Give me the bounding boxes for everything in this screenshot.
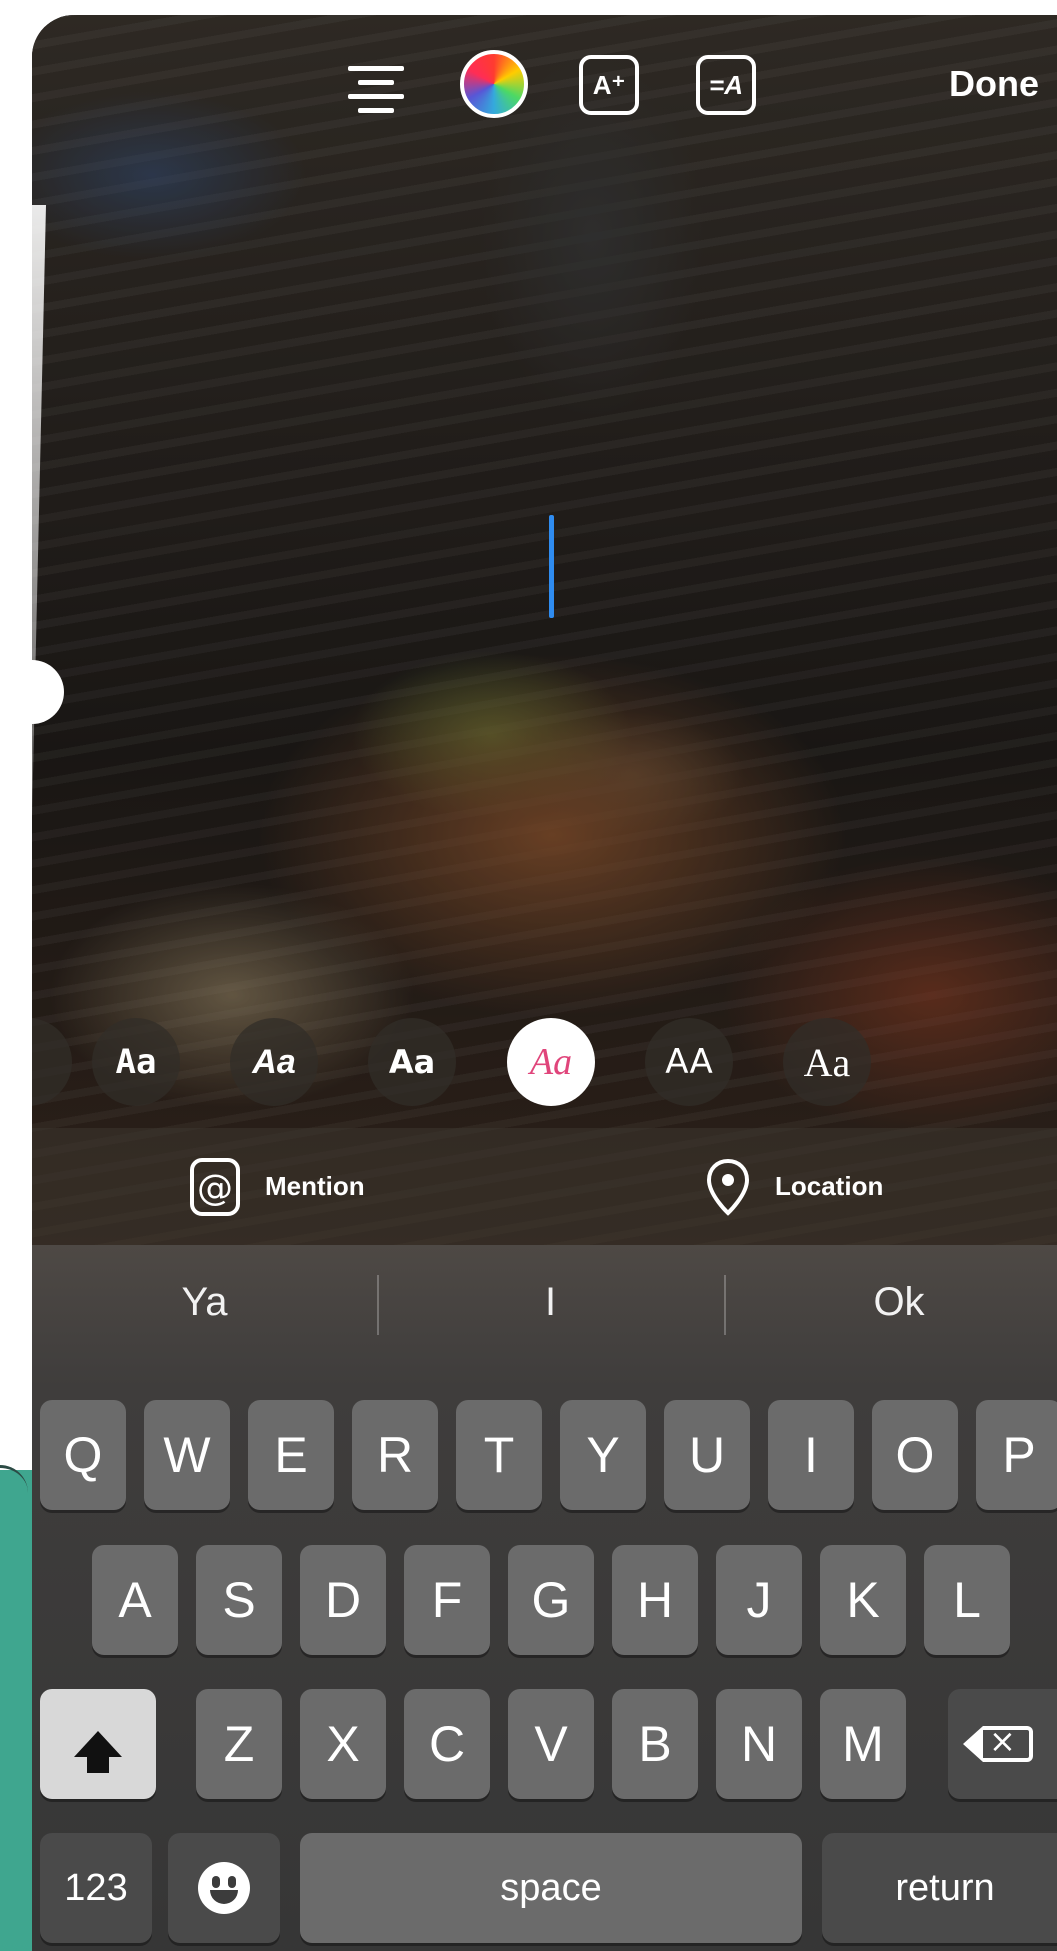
suggestion-1[interactable]: Ya xyxy=(32,1245,377,1360)
text-animation-label: =A xyxy=(709,69,743,100)
suggestion-2[interactable]: I xyxy=(377,1245,724,1360)
key-d[interactable]: D xyxy=(300,1545,386,1655)
suggestion-3[interactable]: Ok xyxy=(724,1245,1057,1360)
key-l[interactable]: L xyxy=(924,1545,1010,1655)
key-c[interactable]: C xyxy=(404,1689,490,1799)
key-y[interactable]: Y xyxy=(560,1400,646,1510)
font-option-elegant-selected[interactable]: Aa xyxy=(507,1018,595,1106)
key-o[interactable]: O xyxy=(872,1400,958,1510)
story-text-editor: A⁺ =A Done Aa Aa Aa Aa AA Aa @ Mention L… xyxy=(32,15,1057,1951)
svg-text:@: @ xyxy=(197,1168,233,1209)
font-option-strong[interactable]: Aa xyxy=(230,1018,318,1106)
key-a[interactable]: A xyxy=(92,1545,178,1655)
key-i[interactable]: I xyxy=(768,1400,854,1510)
font-option-modern[interactable]: Aa xyxy=(368,1018,456,1106)
suggestion-bar: Ya I Ok xyxy=(32,1245,1057,1360)
text-effects-label: A⁺ xyxy=(592,69,626,100)
delete-key[interactable]: × xyxy=(948,1689,1057,1799)
key-f[interactable]: F xyxy=(404,1545,490,1655)
key-s[interactable]: S xyxy=(196,1545,282,1655)
key-w[interactable]: W xyxy=(144,1400,230,1510)
key-u[interactable]: U xyxy=(664,1400,750,1510)
return-key-label: return xyxy=(895,1866,995,1909)
at-sign-icon: @ xyxy=(190,1157,240,1216)
color-wheel-icon[interactable] xyxy=(460,50,528,118)
text-align-center-icon[interactable] xyxy=(344,55,408,125)
emoji-icon xyxy=(198,1862,250,1914)
key-b[interactable]: B xyxy=(612,1689,698,1799)
shift-arrow-icon xyxy=(74,1731,122,1773)
location-button[interactable]: Location xyxy=(705,1128,883,1245)
text-cursor xyxy=(549,515,554,618)
key-j[interactable]: J xyxy=(716,1545,802,1655)
shift-key[interactable] xyxy=(40,1689,156,1799)
key-e[interactable]: E xyxy=(248,1400,334,1510)
key-v[interactable]: V xyxy=(508,1689,594,1799)
done-button[interactable]: Done xyxy=(949,63,1039,105)
numbers-key[interactable]: 123 xyxy=(40,1833,152,1943)
backspace-icon: × xyxy=(963,1722,1033,1762)
key-r[interactable]: R xyxy=(352,1400,438,1510)
emoji-key[interactable] xyxy=(168,1833,280,1943)
font-option-caps[interactable]: AA xyxy=(645,1018,733,1106)
key-n[interactable]: N xyxy=(716,1689,802,1799)
font-option-typewriter[interactable]: Aa xyxy=(92,1018,180,1106)
location-label: Location xyxy=(775,1171,884,1201)
key-q[interactable]: Q xyxy=(40,1400,126,1510)
key-k[interactable]: K xyxy=(820,1545,906,1655)
mention-button[interactable]: @ Mention xyxy=(189,1128,365,1245)
key-m[interactable]: M xyxy=(820,1689,906,1799)
key-t[interactable]: T xyxy=(456,1400,542,1510)
key-p[interactable]: P xyxy=(976,1400,1057,1510)
return-key[interactable]: return xyxy=(822,1833,1057,1943)
location-pin-icon xyxy=(706,1158,750,1216)
key-z[interactable]: Z xyxy=(196,1689,282,1799)
key-h[interactable]: H xyxy=(612,1545,698,1655)
font-option-partial[interactable] xyxy=(32,1018,72,1106)
key-x[interactable]: X xyxy=(300,1689,386,1799)
numbers-key-label: 123 xyxy=(64,1866,128,1909)
font-selector: Aa Aa Aa Aa AA Aa xyxy=(32,1018,1057,1108)
space-key-label: space xyxy=(500,1866,602,1909)
tag-bar: @ Mention Location xyxy=(32,1128,1057,1245)
font-option-serif[interactable]: Aa xyxy=(783,1018,871,1106)
text-animation-icon[interactable]: =A xyxy=(696,55,756,115)
keyboard: Ya I Ok Q W E R T Y U I O P A S D F G H … xyxy=(32,1245,1057,1951)
space-key[interactable]: space xyxy=(300,1833,802,1943)
key-g[interactable]: G xyxy=(508,1545,594,1655)
text-effects-icon[interactable]: A⁺ xyxy=(579,55,639,115)
mention-label: Mention xyxy=(265,1171,365,1201)
